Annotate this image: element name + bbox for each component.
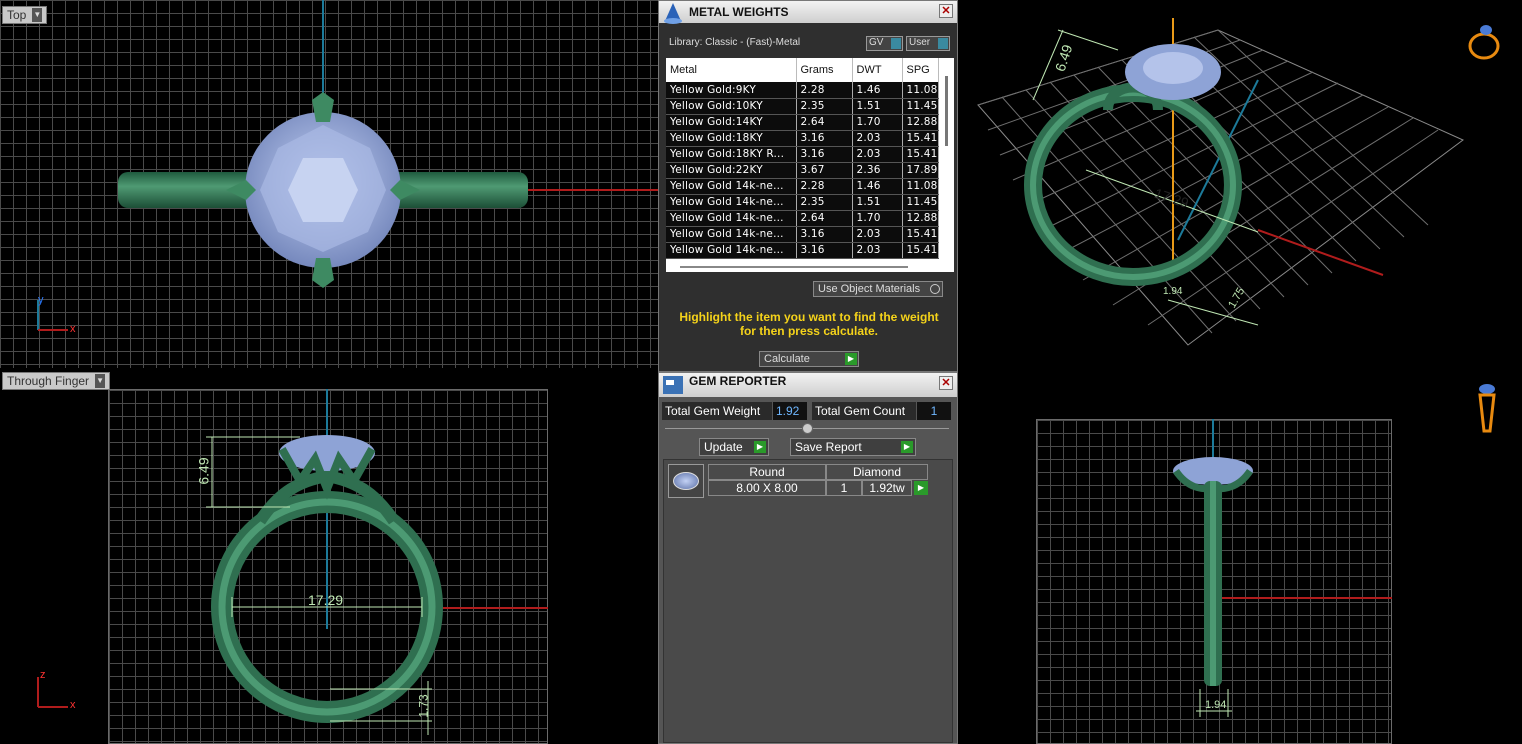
metal-table: Metal Grams DWT SPG Yellow Gold:9KY 2.28 1…: [666, 58, 939, 259]
save-report-button[interactable]: Save Report ▶: [790, 438, 916, 456]
calculate-button[interactable]: Calculate ▶: [759, 351, 859, 367]
use-object-materials-button[interactable]: Use Object Materials: [813, 281, 943, 297]
ring-top-view: [118, 92, 528, 288]
dim-side-perspective: 1.94: [1163, 286, 1183, 297]
table-row[interactable]: Yellow Gold:9KY 2.28 1.46 11.08: [666, 82, 939, 99]
gem-carat: 1.92tw: [862, 480, 912, 496]
table-row[interactable]: Yellow Gold 14k-ne... 2.28 1.46 11.08: [666, 178, 939, 195]
gv-toggle[interactable]: GV: [866, 36, 903, 51]
gem-size: 8.00 X 8.00: [708, 480, 826, 496]
table-row[interactable]: Yellow Gold:22KY 3.67 2.36 17.89: [666, 162, 939, 179]
user-toggle[interactable]: User: [906, 36, 950, 51]
gem-detail-button[interactable]: ▶: [914, 481, 928, 495]
total-gem-weight-value: 1.92: [773, 402, 807, 420]
total-gem-weight-label: Total Gem Weight: [662, 402, 772, 420]
metal-weights-icon: [664, 3, 682, 24]
table-row[interactable]: Yellow Gold:18KY R... 3.16 2.03 15.41: [666, 146, 939, 163]
metal-table-container[interactable]: Metal Grams DWT SPG Yellow Gold:9KY 2.28 1…: [666, 58, 954, 272]
axis-x-label: x: [70, 699, 76, 711]
axis-x-label: x: [70, 323, 76, 335]
instruction-text: Highlight the item you want to find the …: [679, 310, 939, 338]
gem-reporter-titlebar[interactable]: GEM REPORTER ✕: [659, 373, 957, 397]
ring-side-view: [1173, 457, 1253, 717]
gem-shape: Round: [708, 464, 826, 480]
horizontal-scrollbar[interactable]: [680, 266, 908, 268]
viewport-label-top[interactable]: Top ▼: [2, 6, 48, 24]
axis-y-label: y: [38, 294, 44, 306]
list-item[interactable]: Round Diamond 8.00 X 8.00 1 1.92tw ▶: [668, 464, 928, 498]
column-header-spg[interactable]: SPG: [902, 58, 939, 82]
dim-width-front: 17.29: [308, 592, 344, 608]
ring-view-icon[interactable]: [1464, 20, 1504, 64]
round-gem-icon: [668, 464, 704, 498]
play-icon: ▶: [754, 441, 766, 453]
play-icon: ▶: [901, 441, 913, 453]
column-header-grams[interactable]: Grams: [796, 58, 853, 82]
gem-list: Round Diamond 8.00 X 8.00 1 1.92tw ▶: [663, 459, 953, 743]
viewport-perspective[interactable]: 6.49 17.29 1.75 1.94: [958, 0, 1522, 368]
gem-reporter-panel: GEM REPORTER ✕ Total Gem Weight 1.92 Tot…: [658, 372, 958, 744]
ring-perspective-view: [977, 18, 1464, 346]
play-icon: ▶: [845, 353, 857, 365]
total-gem-count-value: 1: [917, 402, 951, 420]
radio-icon: [930, 284, 940, 294]
finger-view-icon[interactable]: [1472, 381, 1502, 435]
dim-height-front: 6.49: [195, 457, 212, 485]
table-row[interactable]: Yellow Gold 14k-ne... 3.16 2.03 15.41: [666, 226, 939, 243]
dim-shank-front: 1.73: [416, 694, 431, 718]
dim-width-side: 1.94: [1205, 699, 1227, 711]
column-header-metal[interactable]: Metal: [666, 58, 797, 82]
chevron-down-icon[interactable]: ▼: [95, 374, 106, 388]
update-button[interactable]: Update ▶: [699, 438, 769, 456]
gem-count: 1: [826, 480, 862, 496]
table-row[interactable]: Yellow Gold:14KY 2.64 1.70 12.88: [666, 114, 939, 131]
table-row[interactable]: Yellow Gold 14k-ne... 2.35 1.51 11.45: [666, 194, 939, 211]
column-header-dwt[interactable]: DWT: [852, 58, 903, 82]
viewport-front[interactable]: 6.49 17.29 1.73 Through Finger ▼ z x: [0, 371, 658, 744]
table-row[interactable]: Yellow Gold 14k-ne... 3.16 2.03 15.41: [666, 242, 939, 259]
total-gem-count-label: Total Gem Count: [812, 402, 916, 420]
close-icon[interactable]: ✕: [939, 376, 953, 390]
table-row[interactable]: Yellow Gold:10KY 2.35 1.51 11.45: [666, 98, 939, 115]
splitter-handle-icon[interactable]: [802, 423, 813, 434]
table-row[interactable]: Yellow Gold 14k-ne... 2.64 1.70 12.88: [666, 210, 939, 227]
ring-front-view: [206, 435, 443, 735]
chevron-down-icon[interactable]: ▼: [32, 8, 43, 22]
vertical-scrollbar[interactable]: [945, 76, 948, 146]
axis-z-label: z: [40, 669, 46, 681]
metal-weights-titlebar[interactable]: METAL WEIGHTS ✕: [659, 1, 957, 24]
library-label: Library: Classic - (Fast)-Metal: [669, 37, 801, 48]
table-row[interactable]: Yellow Gold:18KY 3.16 2.03 15.41: [666, 130, 939, 147]
viewport-side[interactable]: 1.94: [958, 371, 1522, 744]
viewport-top[interactable]: Top ▼ y x: [0, 0, 658, 368]
close-icon[interactable]: ✕: [939, 4, 953, 18]
viewport-label-front[interactable]: Through Finger ▼: [2, 372, 111, 390]
metal-weights-panel: METAL WEIGHTS ✕ Library: Classic - (Fast…: [658, 0, 958, 372]
gem-reporter-icon: [663, 376, 683, 394]
gem-type: Diamond: [826, 464, 928, 480]
